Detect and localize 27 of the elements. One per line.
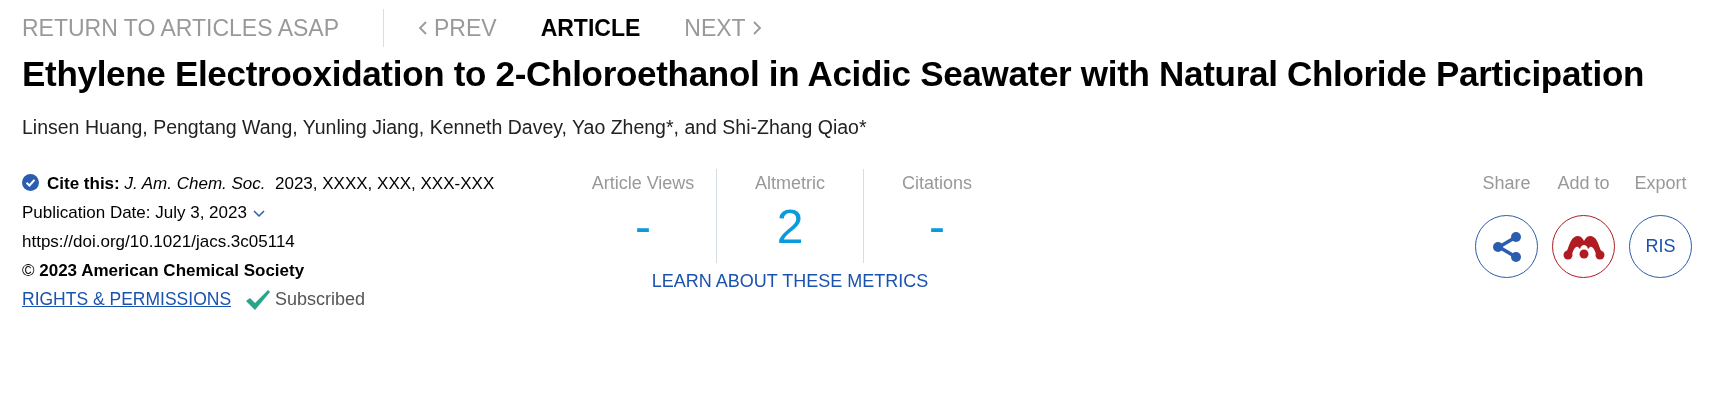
author-list: Linsen Huang, Pengtang Wang, Yunling Jiang, Kenneth Davey, Yao Zheng*, and Shi-Zhang Qiao* [22, 116, 1698, 139]
citation-text: Cite this: J. Am. Chem. Soc. 2023, XXXX, XXX, XXX-XXX [47, 173, 495, 195]
action-label: Export [1634, 172, 1687, 195]
metric-label: Citations [902, 172, 972, 195]
metric-value: - [635, 199, 651, 255]
chevron-icon [751, 20, 762, 36]
network-icon [1561, 233, 1606, 260]
rights-link[interactable]: RIGHTS & PERMISSIONS [22, 285, 232, 314]
share-icon [1491, 230, 1522, 263]
metric-label: Altmetric [755, 172, 825, 195]
action-label: Add to [1557, 172, 1610, 195]
checkmark-icon [245, 288, 272, 311]
chevron-down-icon[interactable] [252, 210, 265, 218]
current-tab[interactable]: ARTICLE [540, 14, 641, 42]
chevron-icon [418, 20, 428, 36]
publication-date: Publication Date: July 3, 2023 [22, 203, 247, 222]
metric-value: - [929, 199, 945, 255]
metric-label: Article Views [591, 172, 695, 195]
subscribed-status: Subscribed [275, 288, 366, 311]
copyright-text: © 2023 American Chemical Society [22, 261, 305, 280]
action-label: Share [1482, 172, 1531, 195]
metric-value: 2 [776, 199, 804, 255]
export-button[interactable]: RIS [1629, 215, 1692, 278]
metrics-link[interactable]: LEARN ABOUT THESE METRICS [651, 271, 929, 292]
check-badge-icon [22, 174, 39, 191]
doi-link[interactable]: https://doi.org/10.1021/jacs.3c05114 [22, 232, 295, 251]
article-title: Ethylene Electrooxidation to 2-Chloroethanol in Acidic Seawater with Natural Chloride Participation [22, 54, 1646, 94]
